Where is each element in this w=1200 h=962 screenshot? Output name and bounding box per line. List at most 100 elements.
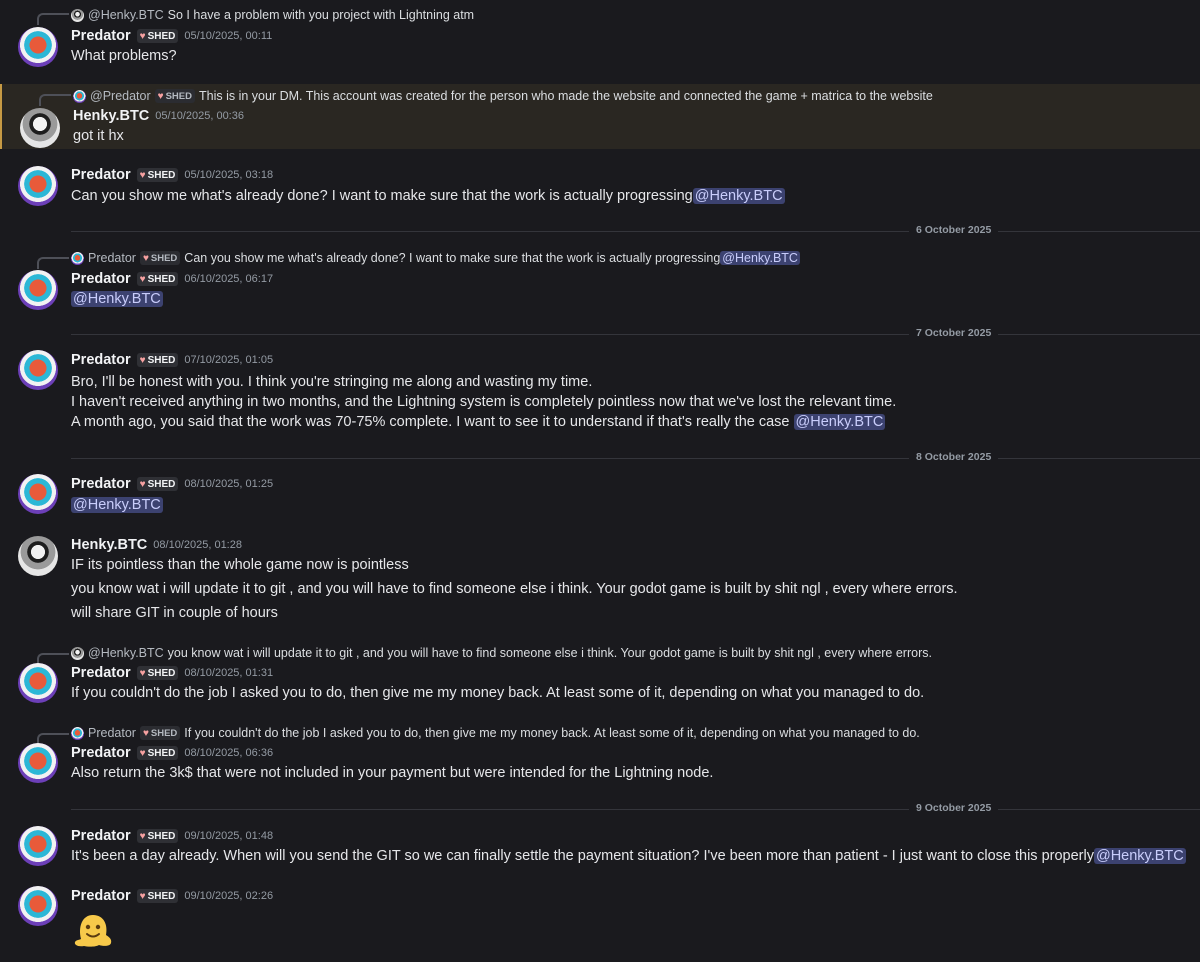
heart-icon: ♥ <box>139 354 146 366</box>
predator-avatar[interactable] <box>18 826 58 866</box>
message-text: I haven't received anything in two month… <box>71 394 897 410</box>
timestamp[interactable]: 06/10/2025, 06:17 <box>184 273 273 285</box>
username[interactable]: Predator <box>71 665 131 681</box>
reply-text: Can you show me what's already done? I w… <box>184 251 800 265</box>
chat-log: @Henky.BTC So I have a problem with you … <box>0 0 1200 962</box>
message-text: got it hx <box>73 128 124 144</box>
reply-author[interactable]: Predator <box>88 251 136 265</box>
guild-tag-label: SHED <box>150 252 178 264</box>
predator-avatar[interactable] <box>18 270 58 310</box>
timestamp[interactable]: 05/10/2025, 00:36 <box>155 110 244 122</box>
guild-tag: ♥ SHED <box>154 89 195 103</box>
message: Predator ♥ SHED Can you show me what's al… <box>0 244 1200 319</box>
message-body: Can you show me what's already done? I w… <box>71 188 785 204</box>
reply-preview[interactable]: Predator ♥ SHED Can you show me what's al… <box>71 249 800 267</box>
user-mention[interactable]: @Henky.BTC <box>1093 848 1186 864</box>
reply-preview[interactable]: @Predator ♥ SHED This is in your DM. This… <box>73 87 933 105</box>
username[interactable]: Predator <box>71 167 131 183</box>
username[interactable]: Predator <box>71 476 131 492</box>
message-header: Predator ♥ SHED 08/10/2025, 01:25 <box>71 476 273 492</box>
heart-icon: ♥ <box>139 273 146 285</box>
message: Predator ♥ SHED 07/10/2025, 01:05 Bro, I'… <box>0 344 1200 444</box>
user-mention[interactable]: @Henky.BTC <box>71 291 163 307</box>
heart-icon: ♥ <box>139 478 146 490</box>
user-mention[interactable]: @Henky.BTC <box>71 497 163 513</box>
message-header: Predator ♥ SHED 09/10/2025, 02:26 <box>71 888 273 904</box>
guild-tag[interactable]: ♥ SHED <box>136 746 179 760</box>
henky-avatar[interactable] <box>20 108 60 148</box>
timestamp[interactable]: 08/10/2025, 01:28 <box>153 539 242 551</box>
melting-face-emoji[interactable] <box>72 909 114 951</box>
predator-avatar[interactable] <box>18 166 58 206</box>
message-text: Bro, I'll be honest with you. I think yo… <box>71 374 593 390</box>
timestamp[interactable]: 08/10/2025, 01:25 <box>184 478 273 490</box>
predator-avatar[interactable] <box>18 474 58 514</box>
date-divider-label: 7 October 2025 <box>909 327 999 339</box>
user-mention[interactable]: @Henky.BTC <box>692 188 785 204</box>
predator-mini-avatar <box>73 89 86 103</box>
heart-icon: ♥ <box>139 667 146 679</box>
heart-icon: ♥ <box>139 169 146 181</box>
reply-preview[interactable]: Predator ♥ SHED If you couldn't do the jo… <box>71 724 920 742</box>
message: Predator ♥ SHED 09/10/2025, 02:26 <box>0 880 1200 962</box>
guild-tag[interactable]: ♥ SHED <box>136 666 179 680</box>
guild-tag-label: SHED <box>147 667 176 679</box>
message-body: It's been a day already. When will you s… <box>71 848 1186 864</box>
message-text: If you couldn't do the job I asked you t… <box>71 685 925 701</box>
guild-tag[interactable]: ♥ SHED <box>136 353 179 367</box>
reply-author[interactable]: @Henky.BTC <box>88 8 164 22</box>
message: @Henky.BTC So I have a problem with you … <box>0 0 1200 78</box>
user-mention[interactable]: @Henky.BTC <box>793 414 886 430</box>
username[interactable]: Predator <box>71 888 131 904</box>
guild-tag-label: SHED <box>147 478 176 490</box>
heart-icon: ♥ <box>139 830 146 842</box>
timestamp[interactable]: 09/10/2025, 02:26 <box>184 890 273 902</box>
predator-avatar[interactable] <box>18 27 58 67</box>
message-header: Predator ♥ SHED 09/10/2025, 01:48 <box>71 828 273 844</box>
heart-icon: ♥ <box>139 890 146 902</box>
predator-avatar[interactable] <box>18 350 58 390</box>
guild-tag[interactable]: ♥ SHED <box>136 477 179 491</box>
guild-tag-label: SHED <box>165 90 192 102</box>
timestamp[interactable]: 05/10/2025, 03:18 <box>184 169 273 181</box>
message-header: Predator ♥ SHED 06/10/2025, 06:17 <box>71 271 273 287</box>
username[interactable]: Henky.BTC <box>73 108 149 124</box>
guild-tag[interactable]: ♥ SHED <box>136 889 179 903</box>
username[interactable]: Henky.BTC <box>71 537 147 553</box>
predator-avatar[interactable] <box>18 886 58 926</box>
username[interactable]: Predator <box>71 28 131 44</box>
predator-avatar[interactable] <box>18 663 58 703</box>
user-mention[interactable]: @Henky.BTC <box>720 251 800 265</box>
guild-tag[interactable]: ♥ SHED <box>136 168 179 182</box>
message-text: you know wat i will update it to git , a… <box>71 581 958 597</box>
username[interactable]: Predator <box>71 745 131 761</box>
timestamp[interactable]: 07/10/2025, 01:05 <box>184 354 273 366</box>
guild-tag[interactable]: ♥ SHED <box>136 829 179 843</box>
guild-tag-label: SHED <box>147 354 176 366</box>
message-highlighted: @Predator ♥ SHED This is in your DM. This… <box>0 84 1200 149</box>
heart-icon: ♥ <box>142 252 149 264</box>
timestamp[interactable]: 08/10/2025, 06:36 <box>184 747 273 759</box>
guild-tag[interactable]: ♥ SHED <box>136 29 179 43</box>
henky-avatar[interactable] <box>18 536 58 576</box>
username[interactable]: Predator <box>71 271 131 287</box>
predator-avatar[interactable] <box>18 743 58 783</box>
username[interactable]: Predator <box>71 352 131 368</box>
timestamp[interactable]: 09/10/2025, 01:48 <box>184 830 273 842</box>
timestamp[interactable]: 08/10/2025, 01:31 <box>184 667 273 679</box>
guild-tag[interactable]: ♥ SHED <box>136 272 179 286</box>
date-divider: 8 October 2025 <box>71 451 1200 463</box>
henky-mini-avatar <box>71 8 84 22</box>
message-header: Predator ♥ SHED 05/10/2025, 03:18 <box>71 167 273 183</box>
reply-author[interactable]: @Predator <box>90 89 151 103</box>
username[interactable]: Predator <box>71 828 131 844</box>
reply-text: If you couldn't do the job I asked you t… <box>184 726 920 740</box>
reply-author[interactable]: Predator <box>88 726 136 740</box>
message-header: Predator ♥ SHED 08/10/2025, 06:36 <box>71 745 273 761</box>
timestamp[interactable]: 05/10/2025, 00:11 <box>184 30 272 42</box>
date-divider: 9 October 2025 <box>71 802 1200 814</box>
reply-preview[interactable]: @Henky.BTC you know wat i will update it… <box>71 644 932 662</box>
reply-author[interactable]: @Henky.BTC <box>88 646 164 660</box>
reply-preview[interactable]: @Henky.BTC So I have a problem with you … <box>71 6 474 24</box>
message-body: A month ago, you said that the work was … <box>71 414 886 430</box>
